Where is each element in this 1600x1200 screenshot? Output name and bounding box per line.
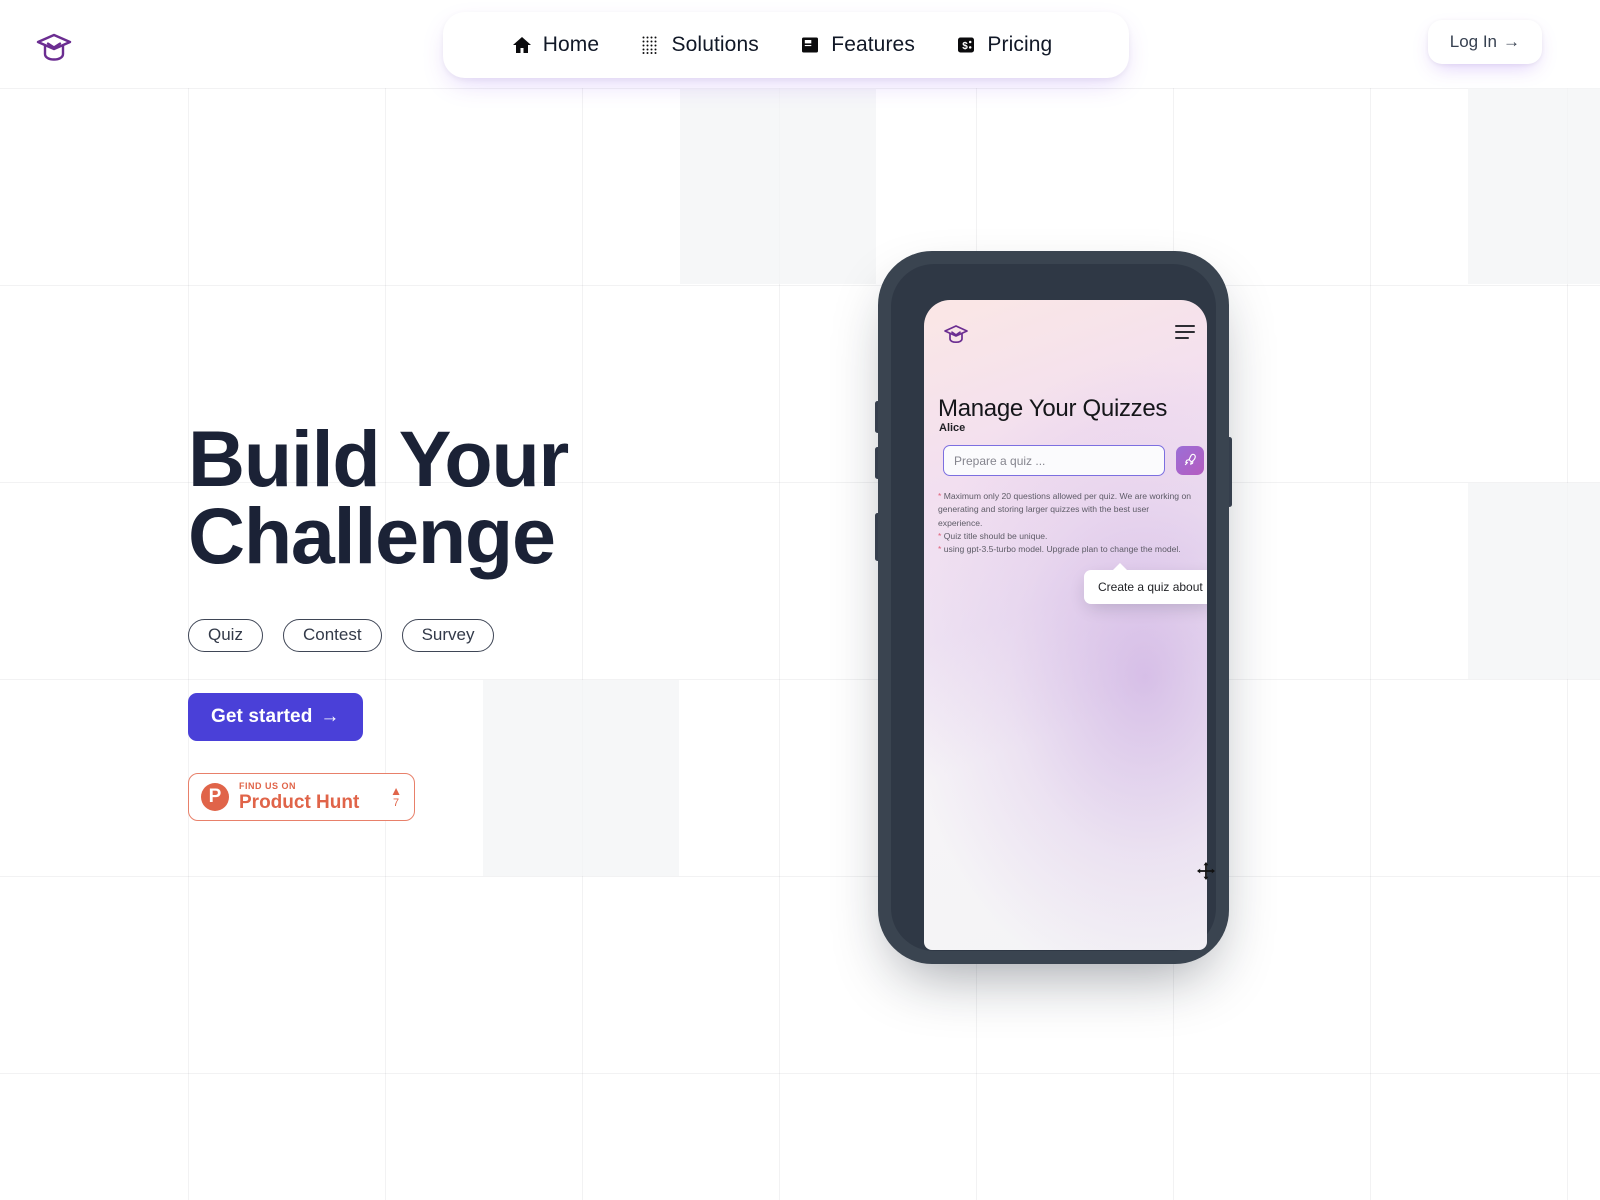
app-graduation-cap-icon[interactable] xyxy=(942,322,970,346)
product-hunt-logo-icon: P xyxy=(201,782,229,811)
get-started-label: Get started xyxy=(211,705,313,727)
book-icon xyxy=(800,35,820,55)
graduation-cap-icon[interactable] xyxy=(34,30,74,66)
product-hunt-badge[interactable]: P FIND US ON Product Hunt ▲ 7 xyxy=(188,772,415,821)
phone-screen: Manage Your Quizzes Alice * xyxy=(924,300,1207,950)
pill-quiz[interactable]: Quiz xyxy=(188,618,263,652)
grid-highlight-cell xyxy=(680,88,876,284)
product-hunt-texts: FIND US ON Product Hunt xyxy=(239,780,380,813)
site-header: Home Solutions Features $ Pricing Log In… xyxy=(0,0,1600,90)
nav-label-solutions: Solutions xyxy=(671,33,759,56)
category-pills: Quiz Contest Survey xyxy=(188,618,808,652)
hero-title-line-2: Challenge xyxy=(188,491,556,581)
rocket-icon xyxy=(1183,452,1198,470)
hamburger-menu-icon[interactable] xyxy=(1175,325,1195,339)
nav-label-features: Features xyxy=(831,33,915,56)
page-title: Build Your Challenge xyxy=(188,419,808,575)
quiz-helper-notes: * Maximum only 20 questions allowed per … xyxy=(938,490,1193,557)
landing-page: Home Solutions Features $ Pricing Log In… xyxy=(0,0,1600,1200)
product-hunt-votes: ▲ 7 xyxy=(390,785,402,809)
grid-highlight-cell xyxy=(1468,483,1600,679)
nav-item-features[interactable]: Features xyxy=(800,33,915,57)
app-page-title: Manage Your Quizzes xyxy=(938,395,1168,422)
helper-note: * Quiz title should be unique. xyxy=(938,530,1048,541)
money-card-icon: $ xyxy=(956,35,976,55)
product-hunt-name: Product Hunt xyxy=(239,791,360,813)
grid-highlight-cell xyxy=(1468,88,1600,284)
product-hunt-eyebrow: FIND US ON xyxy=(239,780,297,791)
product-hunt-vote-count: 7 xyxy=(392,796,400,809)
arrow-right-icon: → xyxy=(1503,32,1520,51)
nav-item-pricing[interactable]: $ Pricing xyxy=(956,33,1052,57)
helper-note: * Maximum only 20 questions allowed per … xyxy=(938,491,1192,528)
nav-label-home: Home xyxy=(542,33,600,56)
grid-dots-icon xyxy=(641,35,661,55)
generate-quiz-button[interactable] xyxy=(1176,446,1204,475)
arrow-right-icon: → xyxy=(320,705,340,727)
hero-title-line-1: Build Your xyxy=(188,414,569,503)
login-button[interactable]: Log In → xyxy=(1427,20,1542,64)
tooltip-create-a-quiz-about: Create a quiz about xyxy=(1084,563,1207,604)
nav-item-home[interactable]: Home xyxy=(512,33,599,57)
hero-section: Build Your Challenge Quiz Contest Survey… xyxy=(188,419,808,821)
svg-text:$: $ xyxy=(963,41,969,52)
move-cursor-icon xyxy=(1197,862,1215,880)
nav-item-solutions[interactable]: Solutions xyxy=(641,33,759,57)
main-navigation: Home Solutions Features $ Pricing xyxy=(443,12,1129,78)
home-icon xyxy=(512,35,532,55)
login-label: Log In xyxy=(1449,32,1497,51)
quiz-prompt-input[interactable] xyxy=(943,445,1165,476)
nav-label-pricing: Pricing xyxy=(987,33,1053,56)
pill-contest[interactable]: Contest xyxy=(282,618,382,652)
caret-up-icon: ▲ xyxy=(390,783,402,798)
phone-mockup: Manage Your Quizzes Alice * xyxy=(875,251,1232,964)
get-started-button[interactable]: Get started → xyxy=(188,692,363,741)
quiz-prompt-row xyxy=(943,445,1204,476)
helper-note: * using gpt-3.5-turbo model. Upgrade pla… xyxy=(938,544,1181,555)
app-username: Alice xyxy=(939,422,966,434)
pill-survey[interactable]: Survey xyxy=(401,618,495,652)
